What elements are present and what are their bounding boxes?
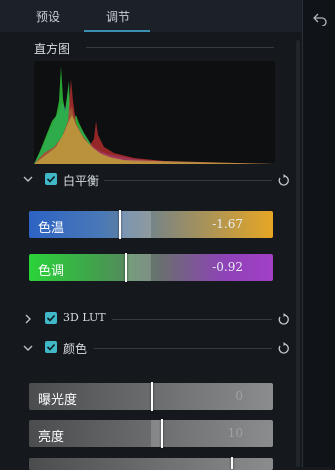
- partial-slider-handle[interactable]: [231, 457, 233, 469]
- histogram-graph: [34, 66, 275, 164]
- color-checkbox[interactable]: [45, 341, 57, 353]
- checkmark-icon: [46, 314, 56, 322]
- tab-bar: 预设 调节: [0, 0, 302, 32]
- color-label: 颜色: [63, 342, 88, 356]
- lut-checkbox[interactable]: [45, 312, 57, 324]
- partial-slider[interactable]: [29, 457, 273, 470]
- brightness-value: 10: [227, 426, 243, 440]
- brightness-label: 亮度: [38, 430, 65, 445]
- temperature-label: 色温: [38, 221, 65, 236]
- exposure-value: 0: [235, 389, 243, 403]
- chevron-down-icon[interactable]: [23, 343, 33, 353]
- checkmark-icon: [46, 343, 56, 351]
- tint-label: 色调: [38, 264, 65, 279]
- tint-handle[interactable]: [125, 253, 127, 282]
- chevron-down-icon[interactable]: [23, 174, 33, 184]
- temperature-handle[interactable]: [119, 210, 121, 239]
- exposure-label: 曝光度: [38, 393, 78, 408]
- white-balance-label: 白平衡: [63, 174, 100, 188]
- white-balance-checkbox[interactable]: [45, 173, 57, 185]
- reset-icon[interactable]: [277, 174, 290, 187]
- reset-icon[interactable]: [277, 313, 290, 326]
- side-panel: [302, 0, 335, 467]
- divider: [94, 348, 272, 349]
- checkmark-icon: [46, 175, 56, 183]
- chevron-right-icon[interactable]: [23, 314, 33, 324]
- exposure-slider[interactable]: 曝光度 0: [29, 382, 273, 411]
- divider: [112, 319, 272, 320]
- back-arrow-icon[interactable]: [312, 12, 328, 26]
- divider: [86, 47, 274, 48]
- reset-icon[interactable]: [277, 342, 290, 355]
- histogram-title: 直方图: [34, 42, 71, 56]
- tint-value: -0.92: [212, 260, 243, 274]
- brightness-handle[interactable]: [161, 419, 163, 448]
- divider: [104, 180, 272, 181]
- tab-presets[interactable]: 预设: [36, 8, 60, 25]
- lut-label: 3D LUT: [63, 311, 106, 324]
- tab-adjust[interactable]: 调节: [106, 8, 130, 25]
- brightness-slider[interactable]: 亮度 10: [29, 419, 273, 448]
- exposure-handle[interactable]: [151, 382, 153, 411]
- temperature-slider[interactable]: 色温 -1.67: [29, 210, 273, 239]
- active-tab-indicator: [84, 30, 150, 32]
- temperature-value: -1.67: [212, 217, 243, 231]
- scrollbar[interactable]: [296, 40, 300, 467]
- tint-slider[interactable]: 色调 -0.92: [29, 253, 273, 282]
- histogram: [34, 61, 275, 164]
